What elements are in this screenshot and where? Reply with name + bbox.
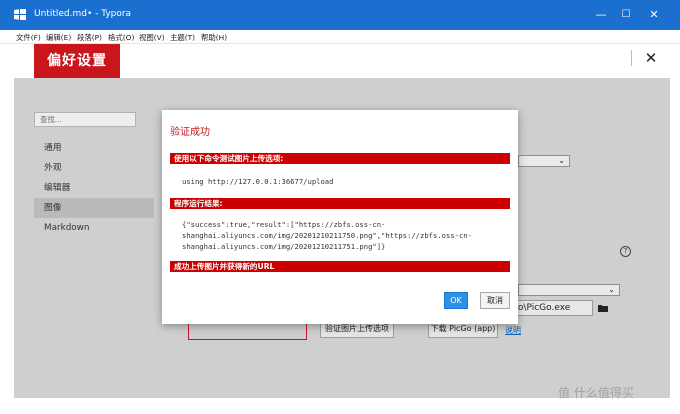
result-line-2: shanghai.aliyuncs.com/img/20201210211750… bbox=[182, 231, 472, 240]
chevron-down-icon: ⌄ bbox=[608, 285, 615, 294]
watermark-text: 值 什么值得买 bbox=[558, 386, 634, 400]
command-text: using http://127.0.0.1:36677/upload bbox=[182, 177, 334, 186]
menu-bar: 文件(F) 编辑(E) 段落(P) 格式(O) 视图(V) 主题(T) 帮助(H… bbox=[0, 30, 680, 44]
result-line-3: shanghai.aliyuncs.com/img/20201210211751… bbox=[182, 242, 386, 251]
app-icon bbox=[14, 9, 26, 20]
watermark: 值 什么值得买 bbox=[558, 384, 634, 401]
menu-view[interactable]: 视图(V) bbox=[139, 32, 165, 43]
minimize-button[interactable]: — bbox=[590, 6, 612, 24]
ok-button[interactable]: OK bbox=[444, 292, 468, 309]
preferences-search-input[interactable]: 查找... bbox=[34, 112, 136, 127]
validation-dialog: 验证成功 使用以下命令测试图片上传选项: using http://127.0.… bbox=[162, 110, 518, 324]
section-command-header: 使用以下命令测试图片上传选项: bbox=[170, 153, 510, 164]
menu-format[interactable]: 格式(O) bbox=[108, 32, 134, 43]
preferences-header: 偏好设置 ✕ bbox=[14, 44, 670, 78]
dialog-title: 验证成功 bbox=[170, 127, 210, 138]
preferences-title: 偏好设置 bbox=[34, 44, 120, 78]
section-success-header: 成功上传图片并获得新的URL bbox=[170, 261, 510, 272]
window-titlebar: Untitled.md• - Typora — ☐ ✕ bbox=[0, 0, 680, 30]
window-title: Untitled.md• - Typora bbox=[34, 9, 132, 19]
section-result-header: 程序运行结果: bbox=[170, 198, 510, 209]
cancel-button[interactable]: 取消 bbox=[480, 292, 510, 309]
nav-item-general[interactable]: 通用 bbox=[34, 138, 154, 158]
nav-item-editor[interactable]: 编辑器 bbox=[34, 178, 154, 198]
folder-icon[interactable] bbox=[598, 304, 608, 312]
window-frame-left bbox=[0, 44, 14, 414]
window-frame-right bbox=[670, 44, 680, 414]
preferences-close-button[interactable]: ✕ bbox=[640, 47, 662, 69]
chevron-down-icon: ⌄ bbox=[558, 156, 565, 165]
menu-paragraph[interactable]: 段落(P) bbox=[77, 32, 102, 43]
help-icon[interactable]: ? bbox=[620, 246, 631, 257]
result-line-1: {"success":true,"result":["https://zbfs.… bbox=[182, 220, 386, 229]
nav-item-markdown[interactable]: Markdown bbox=[34, 218, 154, 238]
help-link[interactable]: 说明 bbox=[505, 325, 521, 336]
nav-item-image[interactable]: 图像 bbox=[34, 198, 154, 218]
uploader-select[interactable]: ⌄ bbox=[518, 284, 620, 296]
close-window-button[interactable]: ✕ bbox=[643, 6, 665, 24]
menu-file[interactable]: 文件(F) bbox=[16, 32, 41, 43]
header-divider bbox=[631, 50, 632, 66]
nav-item-appearance[interactable]: 外观 bbox=[34, 158, 154, 178]
menu-theme[interactable]: 主题(T) bbox=[170, 32, 195, 43]
menu-help[interactable]: 帮助(H) bbox=[201, 32, 227, 43]
maximize-button[interactable]: ☐ bbox=[615, 6, 637, 24]
image-insert-select[interactable]: ⌄ bbox=[518, 155, 570, 167]
menu-edit[interactable]: 编辑(E) bbox=[46, 32, 71, 43]
